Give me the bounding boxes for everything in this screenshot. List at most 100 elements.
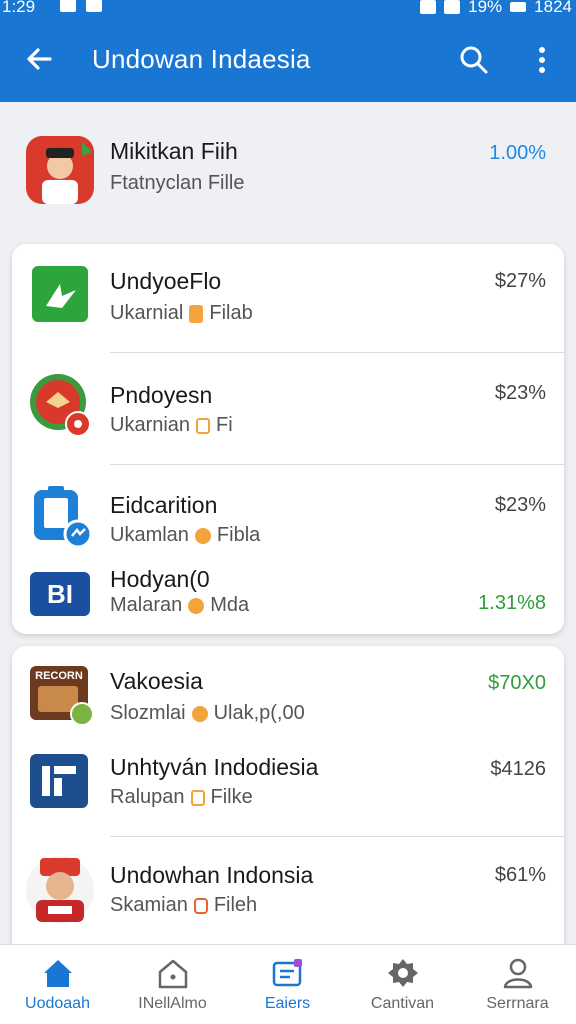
home-filled-icon bbox=[44, 960, 72, 987]
tag-icon bbox=[188, 597, 205, 614]
item-subtitle-text: Slozmlai bbox=[110, 702, 186, 724]
item-subtitle: Ftatnyclan Fille bbox=[110, 172, 245, 195]
status-clock: 1824 bbox=[534, 0, 572, 16]
item-subtitle-text: Ukarnial bbox=[110, 302, 184, 324]
person-avatar-icon bbox=[26, 136, 94, 204]
item-title: Mikitkan Fiih bbox=[110, 138, 238, 164]
list-item[interactable]: BI Hodyan(0 Malaran Mda 1.31%8 bbox=[0, 562, 576, 626]
status-bar: 1:29 19% 1824 bbox=[0, 0, 576, 20]
back-button[interactable] bbox=[22, 42, 56, 76]
arrow-left-icon bbox=[27, 48, 52, 70]
notification-icon bbox=[86, 0, 102, 12]
list-item[interactable]: Pndoyesn Ukarnian Fi $23% bbox=[0, 370, 576, 466]
nav-label: Uodoaah bbox=[25, 995, 90, 1012]
item-title: Unhtyván Indodiesia bbox=[110, 754, 319, 780]
page-title: Undowan Indaesia bbox=[92, 44, 311, 74]
item-subtitle: Ralupan Filke bbox=[110, 786, 253, 809]
signal-icon bbox=[444, 0, 461, 14]
search-icon bbox=[460, 46, 488, 74]
item-subtitle: Skamian Fileh bbox=[110, 894, 257, 917]
tag-icon bbox=[189, 304, 204, 323]
nav-item-home-outline[interactable]: INellAlmo bbox=[115, 945, 230, 1024]
item-title: UndyoeFlo bbox=[110, 268, 222, 294]
bi-logo: BI bbox=[30, 572, 90, 616]
item-subtitle-extra: Ulak,p(,00 bbox=[213, 702, 305, 724]
bottom-navigation: Uodoaah INellAlmo Eaiers Cantivan Serrna… bbox=[0, 944, 576, 1024]
nav-item-home[interactable]: Uodoaah bbox=[0, 945, 115, 1024]
tag-icon bbox=[191, 705, 208, 722]
tag-icon bbox=[196, 417, 211, 434]
item-subtitle: Malaran Mda bbox=[110, 594, 249, 617]
item-value: 1.00% bbox=[489, 142, 546, 164]
person-icon bbox=[503, 958, 533, 989]
item-subtitle-text: Malaran bbox=[110, 594, 183, 616]
nav-label: Eaiers bbox=[264, 995, 311, 1012]
nav-label: Serrnara bbox=[486, 995, 549, 1012]
status-time: 1:29 bbox=[2, 0, 36, 16]
search-button[interactable] bbox=[458, 44, 490, 76]
nav-item-settings[interactable]: Cantivan bbox=[345, 945, 460, 1024]
more-vert-icon bbox=[539, 47, 545, 73]
tag-icon bbox=[190, 789, 205, 806]
item-title: Eidcarition bbox=[110, 492, 218, 518]
star-app-icon bbox=[32, 266, 88, 322]
item-value: 1.31%8 bbox=[478, 592, 546, 614]
list-item[interactable]: UndyoeFlo Ukarnial Filab $27% bbox=[0, 258, 576, 354]
item-value: $61% bbox=[494, 864, 546, 886]
item-title: Vakoesia bbox=[110, 668, 203, 694]
item-subtitle-text: Ukarnian bbox=[110, 414, 191, 436]
more-options-button[interactable] bbox=[530, 44, 554, 76]
nav-item-folder[interactable]: Eaiers bbox=[230, 945, 345, 1024]
item-subtitle-extra: Filab bbox=[209, 302, 253, 324]
app-bar: 1:29 19% 1824 Undowan Indaesia bbox=[0, 0, 576, 102]
item-subtitle-extra: Mda bbox=[210, 594, 250, 616]
document-app-icon bbox=[34, 486, 93, 548]
item-value: $23% bbox=[494, 494, 546, 516]
item-value: $27% bbox=[494, 270, 546, 292]
divider bbox=[110, 836, 564, 837]
status-right: 19% 1824 bbox=[420, 0, 572, 17]
battery-percent: 19% bbox=[468, 0, 503, 16]
tag-icon bbox=[193, 897, 208, 914]
item-subtitle: Ukarnial Filab bbox=[110, 302, 253, 325]
item-title: Pndoyesn bbox=[110, 382, 213, 408]
item-subtitle-extra: Fileh bbox=[213, 894, 258, 916]
item-title: Undowhan Indonsia bbox=[110, 862, 314, 888]
badge-icon bbox=[70, 702, 94, 726]
nav-item-profile[interactable]: Serrnara bbox=[460, 945, 575, 1024]
nav-label: INellAlmo bbox=[138, 995, 207, 1012]
item-subtitle: Slozmlai Ulak,p(,00 bbox=[110, 702, 305, 725]
tag-icon bbox=[194, 527, 211, 544]
chart-app-icon bbox=[30, 754, 88, 808]
item-subtitle-text: Ukamlan bbox=[110, 524, 189, 546]
battery-icon bbox=[510, 2, 527, 12]
item-subtitle-text: Ralupan bbox=[110, 786, 185, 808]
recorn-logo-text: RECORN bbox=[35, 670, 83, 682]
item-subtitle: Ukamlan Fibla bbox=[110, 524, 260, 547]
item-subtitle-text: Ftatnyclan Fille bbox=[110, 172, 245, 194]
item-title: Hodyan(0 bbox=[110, 566, 210, 592]
item-subtitle-extra: Filke bbox=[210, 786, 253, 808]
nav-label: Cantivan bbox=[370, 995, 435, 1012]
gear-icon bbox=[388, 959, 418, 987]
recorn-app-icon: RECORN bbox=[30, 666, 94, 726]
list-item[interactable]: RECORN Vakoesia Slozmlai Ulak,p(,00 $70X… bbox=[0, 660, 576, 740]
item-value: $23% bbox=[494, 382, 546, 404]
home-outline-icon bbox=[158, 959, 188, 989]
folder-icon bbox=[272, 959, 302, 987]
list-item[interactable]: Undowhan Indonsia Skamian Fileh $61% bbox=[0, 852, 576, 938]
item-subtitle-extra: Fibla bbox=[216, 524, 261, 546]
wifi-icon bbox=[420, 0, 437, 14]
item-subtitle: Ukarnian Fi bbox=[110, 414, 233, 437]
item-value: $70X0 bbox=[488, 672, 546, 694]
list-item[interactable]: Unhtyván Indodiesia Ralupan Filke $4126 bbox=[0, 746, 576, 826]
mail-icon bbox=[60, 0, 76, 12]
item-subtitle-extra: Fi bbox=[216, 414, 233, 436]
list-item[interactable]: Eidcarition Ukamlan Fibla $23% bbox=[0, 482, 576, 552]
notification-icons bbox=[60, 0, 102, 12]
list-item[interactable]: Mikitkan Fiih Ftatnyclan Fille 1.00% bbox=[0, 128, 576, 212]
item-subtitle-text: Skamian bbox=[110, 894, 188, 916]
badge-app-icon bbox=[30, 374, 91, 437]
item-value: $4126 bbox=[490, 758, 546, 780]
person-avatar-icon bbox=[26, 856, 94, 924]
